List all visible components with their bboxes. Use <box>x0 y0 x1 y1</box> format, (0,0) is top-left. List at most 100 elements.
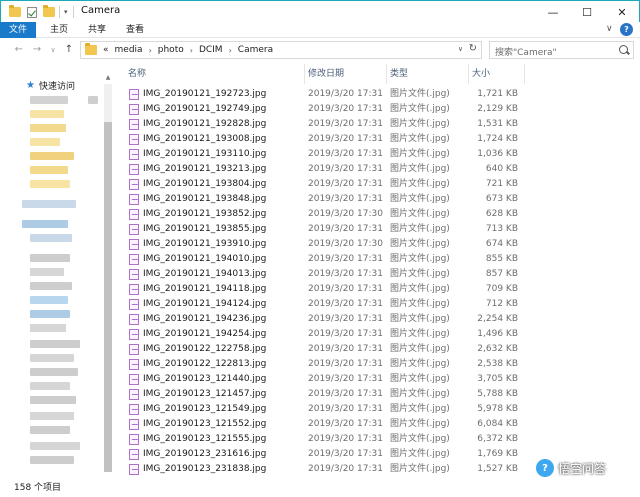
breadcrumb-overflow[interactable]: « <box>103 45 109 55</box>
table-row[interactable]: IMG_20190121_193110.jpg 2019/3/20 17:31 图片… <box>122 147 522 162</box>
nav-item-obscured[interactable] <box>30 180 70 188</box>
nav-item-obscured[interactable] <box>30 254 70 262</box>
nav-item-obscured[interactable] <box>30 412 74 420</box>
forward-button[interactable]: → <box>30 42 44 58</box>
address-bar[interactable]: « media › photo › DCIM › Camera ∨ ↻ <box>80 41 482 59</box>
tab-file[interactable]: 文件 <box>0 22 36 38</box>
column-header-name[interactable]: 名称 <box>128 62 146 86</box>
ribbon-expand-icon[interactable]: ∨ <box>606 24 613 34</box>
nav-item-obscured[interactable] <box>22 200 76 208</box>
file-name[interactable]: IMG_20190123_231616.jpg <box>143 447 266 462</box>
table-row[interactable]: IMG_20190121_194236.jpg 2019/3/20 17:31 图片… <box>122 312 522 327</box>
up-button[interactable]: ↑ <box>62 42 76 58</box>
table-row[interactable]: IMG_20190123_231838.jpg 2019/3/20 17:31 图片… <box>122 462 522 477</box>
file-name[interactable]: IMG_20190123_121555.jpg <box>143 432 266 447</box>
table-row[interactable]: IMG_20190121_193804.jpg 2019/3/20 17:31 图片… <box>122 177 522 192</box>
breadcrumb-separator[interactable]: › <box>190 46 193 55</box>
refresh-icon[interactable]: ↻ <box>469 43 477 54</box>
column-divider[interactable] <box>468 64 469 84</box>
nav-item-obscured[interactable] <box>30 110 64 118</box>
nav-item-obscured[interactable] <box>30 396 76 404</box>
column-divider[interactable] <box>304 64 305 84</box>
file-name[interactable]: IMG_20190121_192828.jpg <box>143 117 266 132</box>
nav-item-obscured[interactable] <box>30 152 74 160</box>
file-name[interactable]: IMG_20190121_193852.jpg <box>143 207 266 222</box>
table-row[interactable]: IMG_20190123_231616.jpg 2019/3/20 17:31 图片… <box>122 447 522 462</box>
properties-icon[interactable] <box>27 5 37 19</box>
file-name[interactable]: IMG_20190121_194013.jpg <box>143 267 266 282</box>
file-name[interactable]: IMG_20190121_193804.jpg <box>143 177 266 192</box>
file-name[interactable]: IMG_20190123_121552.jpg <box>143 417 266 432</box>
nav-item-obscured[interactable] <box>30 456 74 464</box>
table-row[interactable]: IMG_20190123_121555.jpg 2019/3/20 17:31 图片… <box>122 432 522 447</box>
table-row[interactable]: IMG_20190121_193848.jpg 2019/3/20 17:31 图片… <box>122 192 522 207</box>
table-row[interactable]: IMG_20190121_192749.jpg 2019/3/20 17:31 图片… <box>122 102 522 117</box>
file-name[interactable]: IMG_20190121_194010.jpg <box>143 252 266 267</box>
table-row[interactable]: IMG_20190121_193008.jpg 2019/3/20 17:31 图片… <box>122 132 522 147</box>
breadcrumb-camera[interactable]: Camera <box>238 45 273 55</box>
nav-item-obscured[interactable] <box>22 220 68 228</box>
file-name[interactable]: IMG_20190123_121457.jpg <box>143 387 266 402</box>
nav-item-obscured[interactable] <box>30 234 72 242</box>
nav-item-obscured[interactable] <box>30 296 68 304</box>
column-header-date[interactable]: 修改日期 <box>308 62 344 86</box>
new-folder-icon[interactable] <box>43 5 55 19</box>
column-divider[interactable] <box>524 64 525 84</box>
file-name[interactable]: IMG_20190121_194124.jpg <box>143 297 266 312</box>
quick-access-dropdown-icon[interactable]: ▾ <box>64 5 68 19</box>
file-name[interactable]: IMG_20190121_193110.jpg <box>143 147 266 162</box>
breadcrumb-separator[interactable]: › <box>149 46 152 55</box>
table-row[interactable]: IMG_20190121_194124.jpg 2019/3/20 17:31 图片… <box>122 297 522 312</box>
column-divider[interactable] <box>386 64 387 84</box>
file-name[interactable]: IMG_20190121_192723.jpg <box>143 87 266 102</box>
file-name[interactable]: IMG_20190121_193848.jpg <box>143 192 266 207</box>
file-name[interactable]: IMG_20190121_193213.jpg <box>143 162 266 177</box>
file-name[interactable]: IMG_20190123_121549.jpg <box>143 402 266 417</box>
table-row[interactable]: IMG_20190121_194010.jpg 2019/3/20 17:31 图片… <box>122 252 522 267</box>
nav-item-obscured[interactable] <box>30 282 72 290</box>
column-header-size[interactable]: 大小 <box>472 62 490 86</box>
file-name[interactable]: IMG_20190121_194254.jpg <box>143 327 266 342</box>
search-icon[interactable] <box>619 45 628 54</box>
search-input[interactable]: 搜索"Camera" <box>495 45 557 58</box>
file-name[interactable]: IMG_20190122_122813.jpg <box>143 357 266 372</box>
nav-item-obscured[interactable] <box>30 124 66 132</box>
recent-locations-button[interactable]: ∨ <box>46 42 60 58</box>
file-name[interactable]: IMG_20190122_122758.jpg <box>143 342 266 357</box>
nav-item-obscured[interactable] <box>30 268 64 276</box>
breadcrumb-media[interactable]: media <box>115 45 143 55</box>
back-button[interactable]: ← <box>12 42 26 58</box>
file-name[interactable]: IMG_20190123_121440.jpg <box>143 372 266 387</box>
help-icon[interactable]: ? <box>620 23 633 36</box>
nav-item-obscured[interactable] <box>30 442 80 450</box>
file-name[interactable]: IMG_20190121_194236.jpg <box>143 312 266 327</box>
tab-home[interactable]: 主页 <box>44 22 74 38</box>
breadcrumb-dcim[interactable]: DCIM <box>199 45 223 55</box>
table-row[interactable]: IMG_20190121_192828.jpg 2019/3/20 17:31 图片… <box>122 117 522 132</box>
table-row[interactable]: IMG_20190121_193213.jpg 2019/3/20 17:31 图片… <box>122 162 522 177</box>
nav-item-obscured[interactable] <box>30 166 68 174</box>
nav-item-obscured[interactable] <box>30 382 70 390</box>
nav-item-obscured[interactable] <box>30 426 70 434</box>
table-row[interactable]: IMG_20190121_194013.jpg 2019/3/20 17:31 图片… <box>122 267 522 282</box>
table-row[interactable]: IMG_20190121_194254.jpg 2019/3/20 17:31 图片… <box>122 327 522 342</box>
table-row[interactable]: IMG_20190122_122758.jpg 2019/3/20 17:31 图片… <box>122 342 522 357</box>
file-name[interactable]: IMG_20190121_194118.jpg <box>143 282 266 297</box>
table-row[interactable]: IMG_20190121_192723.jpg 2019/3/20 17:31 图片… <box>122 87 522 102</box>
search-box[interactable]: 搜索"Camera" <box>489 41 634 59</box>
tab-share[interactable]: 共享 <box>82 22 112 38</box>
table-row[interactable]: IMG_20190121_194118.jpg 2019/3/20 17:31 图片… <box>122 282 522 297</box>
nav-item-obscured[interactable] <box>30 96 68 104</box>
table-row[interactable]: IMG_20190121_193855.jpg 2019/3/20 17:31 图片… <box>122 222 522 237</box>
nav-item-obscured[interactable] <box>30 310 70 318</box>
table-row[interactable]: IMG_20190123_121552.jpg 2019/3/20 17:31 图片… <box>122 417 522 432</box>
table-row[interactable]: IMG_20190121_193852.jpg 2019/3/20 17:30 图片… <box>122 207 522 222</box>
nav-item-obscured[interactable] <box>30 324 66 332</box>
maximize-button[interactable]: ☐ <box>570 1 604 23</box>
nav-scrollbar-thumb[interactable] <box>104 122 112 472</box>
table-row[interactable]: IMG_20190123_121457.jpg 2019/3/20 17:31 图片… <box>122 387 522 402</box>
minimize-button[interactable]: — <box>536 1 570 23</box>
nav-scroll-up-icon[interactable]: ▲ <box>104 74 112 81</box>
close-button[interactable]: ✕ <box>605 1 639 23</box>
file-name[interactable]: IMG_20190121_193910.jpg <box>143 237 266 252</box>
